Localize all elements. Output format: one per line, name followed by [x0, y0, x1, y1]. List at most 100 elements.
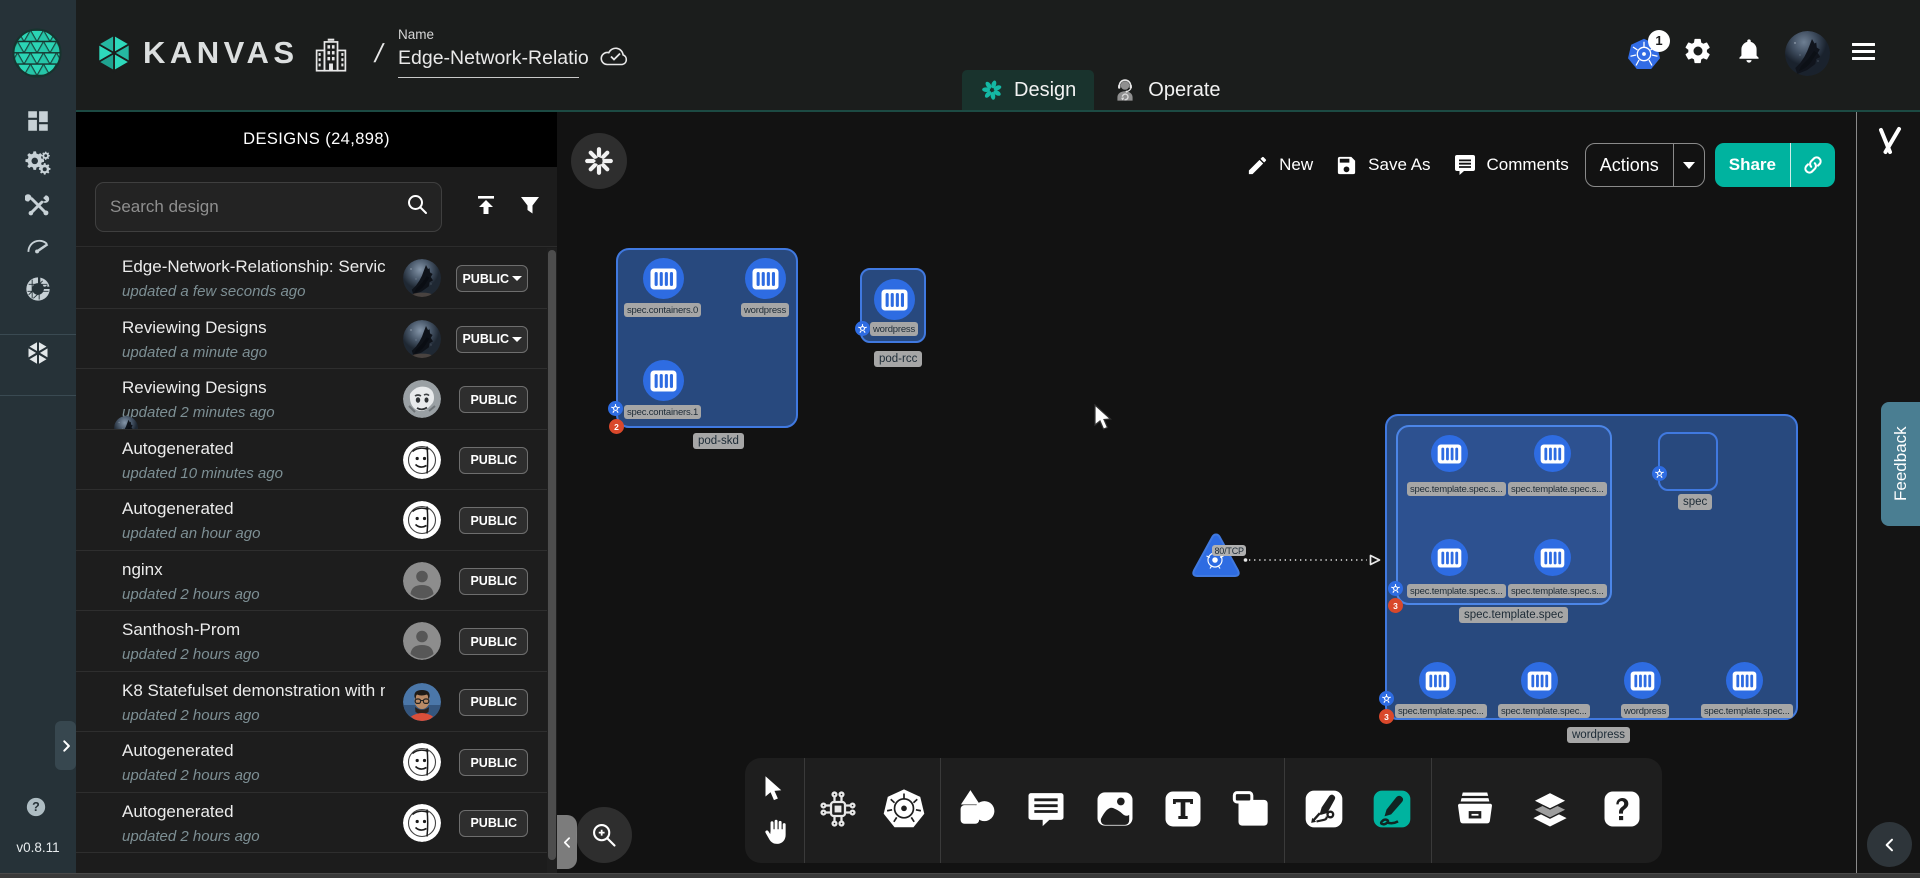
sidebar-item-kanvas[interactable] [0, 332, 76, 374]
container-icon-circle[interactable] [1419, 662, 1456, 699]
import-design-button[interactable] [474, 193, 498, 220]
design-list-item[interactable]: Autogenerated updated an hour ago PUBLIC [76, 490, 547, 551]
settings-gear-icon[interactable] [1683, 36, 1713, 71]
design-visibility-badge[interactable]: PUBLIC [459, 386, 528, 413]
sidebar-item-lifecycle[interactable] [0, 142, 76, 184]
kubernetes-context-icon[interactable]: 1 [1627, 38, 1661, 70]
zoom-in-button[interactable] [576, 807, 632, 863]
sidebar-item-extensions[interactable] [0, 268, 76, 310]
container-icon-circle[interactable] [643, 258, 684, 299]
design-visibility-badge[interactable]: PUBLIC [459, 749, 528, 776]
layer5-logo-icon[interactable] [12, 28, 62, 78]
design-list-item[interactable]: Edge-Network-Relationship: Service updat… [76, 248, 547, 309]
container-icon-circle[interactable] [1521, 662, 1558, 699]
container-icon-circle[interactable] [1431, 539, 1468, 576]
kubernetes-badge[interactable] [1652, 466, 1667, 481]
pen-tool-button[interactable] [1304, 789, 1344, 832]
save-as-button[interactable]: Save As [1335, 154, 1430, 177]
design-list-item[interactable]: Reviewing Designs updated 2 minutes ago … [76, 369, 547, 430]
note-tool-button[interactable] [1230, 789, 1272, 832]
new-design-button[interactable]: New [1246, 154, 1313, 177]
select-tool-button[interactable] [761, 774, 788, 805]
shapes-tool-button[interactable] [954, 788, 998, 833]
kubernetes-badge[interactable] [608, 401, 623, 416]
sidebar-item-dashboard[interactable] [0, 100, 76, 142]
toolbar-help-button[interactable] [1602, 789, 1642, 832]
node-service-wordpress[interactable]: 80/TCP [1191, 532, 1241, 579]
freehand-draw-button[interactable] [1372, 789, 1412, 832]
kubernetes-badge[interactable] [1388, 581, 1403, 596]
container-icon-circle[interactable] [1534, 435, 1571, 472]
design-list-item[interactable]: Autogenerated updated 2 hours ago PUBLIC [76, 732, 547, 793]
components-tool-button[interactable] [817, 788, 859, 833]
layers-button[interactable] [1528, 788, 1572, 833]
tab-operate[interactable]: Operate [1094, 70, 1238, 110]
organization-icon[interactable] [314, 37, 348, 78]
filter-designs-button[interactable] [518, 193, 542, 220]
design-list-item[interactable]: Autogenerated updated 10 minutes ago PUB… [76, 430, 547, 491]
right-dock-collapse-button[interactable] [1867, 822, 1912, 867]
node-spec-template-spec[interactable]: spec.template.spec.s... spec.template.sp… [1396, 425, 1612, 605]
meshery-spinner-button[interactable] [571, 133, 627, 189]
design-name-value[interactable]: Edge-Network-Relatio [398, 47, 578, 70]
container-icon-circle[interactable] [643, 360, 684, 401]
tab-design[interactable]: Design [962, 70, 1094, 110]
comments-button[interactable]: Comments [1453, 153, 1569, 177]
scrollbar-thumb[interactable] [548, 250, 556, 860]
hamburger-menu-icon[interactable] [1852, 43, 1875, 65]
container-icon-circle[interactable] [745, 258, 786, 299]
design-visibility-badge[interactable]: PUBLIC [459, 507, 528, 534]
sidebar-item-configuration[interactable] [0, 184, 76, 226]
history-drawer-button[interactable] [1452, 788, 1498, 833]
copy-link-button[interactable] [1790, 143, 1835, 187]
user-avatar[interactable] [1785, 31, 1830, 76]
design-list-item[interactable]: Santhosh-Prom updated 2 hours ago PUBLIC [76, 611, 547, 672]
error-count-badge[interactable]: 2 [609, 419, 624, 434]
shapes-dock-icon[interactable] [1875, 126, 1905, 161]
container-icon-circle[interactable] [1431, 435, 1468, 472]
container-icon-circle[interactable] [1534, 539, 1571, 576]
node-spec[interactable] [1658, 432, 1718, 491]
design-list-item[interactable]: Reviewing Designs updated a minute ago P… [76, 309, 547, 370]
node-wordpress-deployment[interactable]: spec.template.spec.s... spec.template.sp… [1385, 414, 1798, 720]
pan-tool-button[interactable] [761, 818, 788, 848]
design-visibility-badge[interactable]: PUBLIC [459, 689, 528, 716]
design-list-scrollbar[interactable] [547, 248, 557, 878]
kubernetes-badge[interactable] [855, 321, 870, 336]
node-pod-skd[interactable]: spec.containers.0 wordpress spec.contain… [616, 248, 798, 428]
design-visibility-badge[interactable]: PUBLIC [459, 447, 528, 474]
design-search-input[interactable] [110, 197, 405, 217]
design-visibility-badge[interactable]: PUBLIC [459, 568, 528, 595]
design-list-item[interactable]: K8 Statefulset demonstration with mo upd… [76, 672, 547, 733]
design-visibility-badge[interactable]: PUBLIC [459, 628, 528, 655]
actions-button[interactable]: Actions [1586, 144, 1673, 186]
sidebar-item-performance[interactable] [0, 226, 76, 268]
kubernetes-badge[interactable] [1379, 691, 1394, 706]
node-pod-rcc[interactable]: wordpress [860, 268, 926, 343]
container-icon-circle[interactable] [1726, 662, 1763, 699]
design-list-item[interactable]: Autogenerated updated 2 hours ago PUBLIC [76, 793, 547, 854]
actions-dropdown-caret[interactable] [1673, 144, 1704, 186]
share-button[interactable]: Share [1715, 143, 1790, 187]
help-icon[interactable]: ? [26, 797, 46, 817]
panel-collapse-handle[interactable] [557, 815, 577, 869]
comment-tool-button[interactable] [1025, 789, 1067, 832]
bottom-scrollbar[interactable] [0, 873, 1920, 878]
design-visibility-badge[interactable]: PUBLIC [456, 265, 528, 292]
design-list-item[interactable]: nginx updated 2 hours ago PUBLIC [76, 551, 547, 612]
design-name-field[interactable]: Name Edge-Network-Relatio [398, 27, 578, 78]
text-tool-button[interactable] [1163, 789, 1203, 832]
design-visibility-badge[interactable]: PUBLIC [459, 810, 528, 837]
kubernetes-tool-button[interactable] [881, 787, 927, 834]
sidebar-expand-button[interactable] [55, 721, 76, 770]
design-visibility-badge[interactable]: PUBLIC [456, 326, 528, 353]
notifications-bell-icon[interactable] [1735, 36, 1763, 71]
design-search-box[interactable] [95, 182, 442, 232]
error-count-badge[interactable]: 3 [1379, 709, 1394, 724]
feedback-tab[interactable]: Feedback [1881, 402, 1920, 526]
container-icon-circle[interactable] [1624, 662, 1661, 699]
design-canvas[interactable]: New Save As Comments Actions Share [557, 112, 1856, 878]
image-tool-button[interactable] [1094, 789, 1136, 832]
error-count-badge[interactable]: 3 [1388, 598, 1403, 613]
container-icon-circle[interactable] [874, 279, 915, 320]
